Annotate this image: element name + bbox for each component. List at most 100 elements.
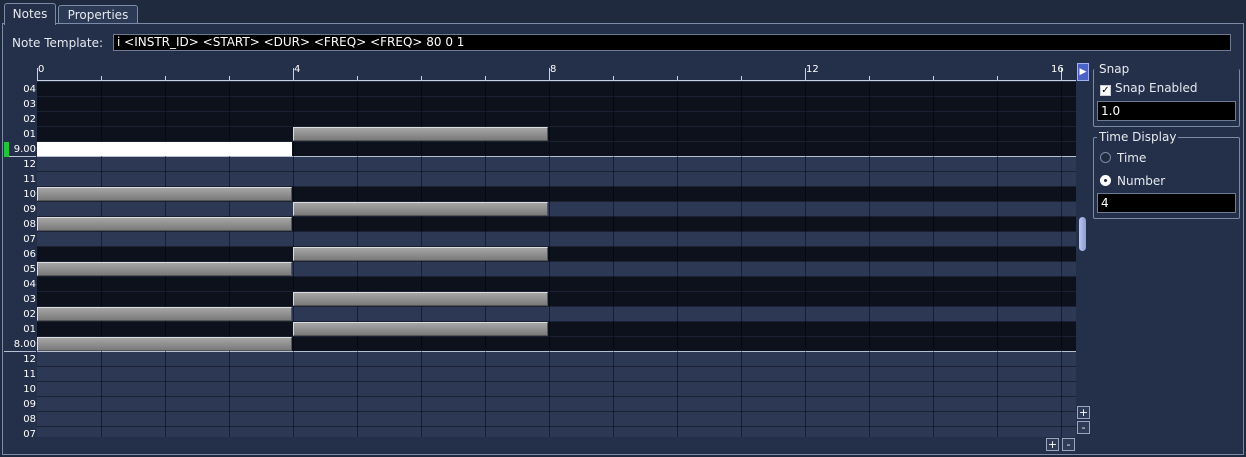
vertical-zoom-in-button[interactable]: +	[1077, 406, 1090, 419]
scroll-right-button[interactable]: ▶	[1077, 63, 1089, 81]
grid-row[interactable]	[37, 382, 1076, 397]
grid-row[interactable]	[37, 172, 1076, 187]
snap-value-field[interactable]: 1.0	[1097, 101, 1236, 121]
beat-gridline	[1061, 82, 1062, 437]
grid-row[interactable]	[37, 202, 1076, 217]
beat-gridline	[933, 82, 934, 437]
note[interactable]	[293, 202, 548, 216]
grid-row[interactable]	[37, 277, 1076, 292]
note[interactable]	[293, 322, 548, 336]
snap-enabled-checkbox[interactable]: ✓	[1100, 85, 1111, 96]
vertical-scrollbar[interactable]	[1077, 82, 1089, 402]
grid-row[interactable]	[37, 82, 1076, 97]
grid-row[interactable]	[37, 427, 1076, 437]
vertical-scroll-thumb[interactable]	[1079, 217, 1086, 251]
pitch-label: 06	[23, 249, 36, 260]
note-template-input[interactable]: i <INSTR_ID> <START> <DUR> <FREQ> <FREQ>…	[113, 34, 1231, 51]
beat-gridline	[165, 82, 166, 437]
ruler-tick	[869, 76, 870, 80]
grid-row[interactable]	[37, 112, 1076, 127]
pitch-label: 02	[23, 309, 36, 320]
selected-note[interactable]	[37, 142, 292, 156]
grid-row[interactable]	[37, 352, 1076, 367]
grid-row[interactable]	[37, 232, 1076, 247]
note[interactable]	[37, 262, 292, 276]
ruler-tick	[165, 76, 166, 80]
ruler-tick	[933, 76, 934, 80]
note-grid[interactable]	[37, 82, 1076, 437]
note[interactable]	[293, 127, 548, 141]
pitch-label: 08	[23, 219, 36, 230]
pitch-label: 01	[23, 324, 36, 335]
pitch-label: 10	[23, 189, 36, 200]
pitch-label: 05	[23, 264, 36, 275]
ruler-label: 16	[1051, 64, 1064, 75]
ruler-tick	[613, 76, 614, 80]
ruler-tick	[357, 76, 358, 80]
note[interactable]	[37, 217, 292, 231]
ruler-label: 0	[38, 64, 45, 75]
time-radio-label: Time	[1117, 151, 1147, 165]
pitch-label: 12	[23, 354, 36, 365]
grid-row[interactable]	[37, 97, 1076, 112]
piano-roll-window: Notes Properties Note Template: i <INSTR…	[0, 0, 1246, 457]
snap-enabled-checkbox-row[interactable]: ✓ Snap Enabled	[1100, 81, 1198, 96]
tab-notes[interactable]: Notes	[4, 3, 56, 25]
pitch-label: 03	[23, 294, 36, 305]
grid-row[interactable]	[37, 292, 1076, 307]
grid-row[interactable]	[37, 367, 1076, 382]
pitch-label: 09	[23, 399, 36, 410]
pitch-label: 12	[23, 159, 36, 170]
ruler-label: 12	[806, 64, 819, 75]
pitch-label: 8.00	[4, 337, 36, 352]
snap-title: Snap	[1097, 62, 1132, 76]
pitch-label: 02	[23, 114, 36, 125]
grid-row[interactable]	[37, 412, 1076, 427]
vertical-zoom-out-button[interactable]: -	[1077, 421, 1090, 434]
time-radio[interactable]	[1100, 152, 1111, 163]
tab-properties[interactable]: Properties	[58, 5, 138, 24]
note[interactable]	[293, 292, 548, 306]
beat-gridline	[997, 82, 998, 437]
number-radio-row[interactable]: Number	[1100, 174, 1165, 188]
time-display-value-field[interactable]: 4	[1097, 193, 1236, 213]
grid-row[interactable]	[37, 397, 1076, 412]
note[interactable]	[293, 247, 548, 261]
pitch-label: 04	[23, 84, 36, 95]
ruler-tick	[229, 76, 230, 80]
note[interactable]	[37, 187, 292, 201]
beat-gridline	[805, 82, 806, 437]
snap-enabled-label: Snap Enabled	[1115, 81, 1198, 95]
pitch-label: 10	[23, 384, 36, 395]
pitch-label: 07	[23, 234, 36, 245]
ruler-tick	[485, 76, 486, 80]
time-ruler[interactable]: 0 4 8 12 16	[37, 63, 1076, 81]
time-radio-row[interactable]: Time	[1100, 151, 1146, 165]
number-radio[interactable]	[1100, 175, 1111, 186]
note[interactable]	[37, 337, 292, 351]
beat-gridline	[101, 82, 102, 437]
ruler-tick	[677, 76, 678, 80]
beat-gridline	[677, 82, 678, 437]
ruler-tick	[101, 76, 102, 80]
beat-gridline	[549, 82, 550, 437]
horizontal-zoom-out-button[interactable]: -	[1062, 438, 1075, 451]
pitch-labels: 04 03 02 01 9.00 12 11 10 09 08 07 06 05 04 03 02 01 8.00…	[4, 82, 37, 437]
beat-gridline	[613, 82, 614, 437]
pitch-label: 08	[23, 414, 36, 425]
grid-row[interactable]	[37, 247, 1076, 262]
note[interactable]	[37, 307, 292, 321]
selected-row-marker	[4, 142, 9, 157]
pitch-label: 09	[23, 204, 36, 215]
horizontal-zoom-in-button[interactable]: +	[1046, 438, 1059, 451]
pitch-label: 04	[23, 279, 36, 290]
pitch-label: 07	[23, 429, 36, 437]
ruler-label: 4	[294, 64, 301, 75]
number-radio-label: Number	[1117, 174, 1166, 188]
grid-row[interactable]	[37, 127, 1076, 142]
pitch-label: 01	[23, 129, 36, 140]
beat-gridline	[229, 82, 230, 437]
beat-gridline	[869, 82, 870, 437]
grid-row[interactable]	[37, 157, 1076, 172]
grid-row[interactable]	[37, 322, 1076, 337]
